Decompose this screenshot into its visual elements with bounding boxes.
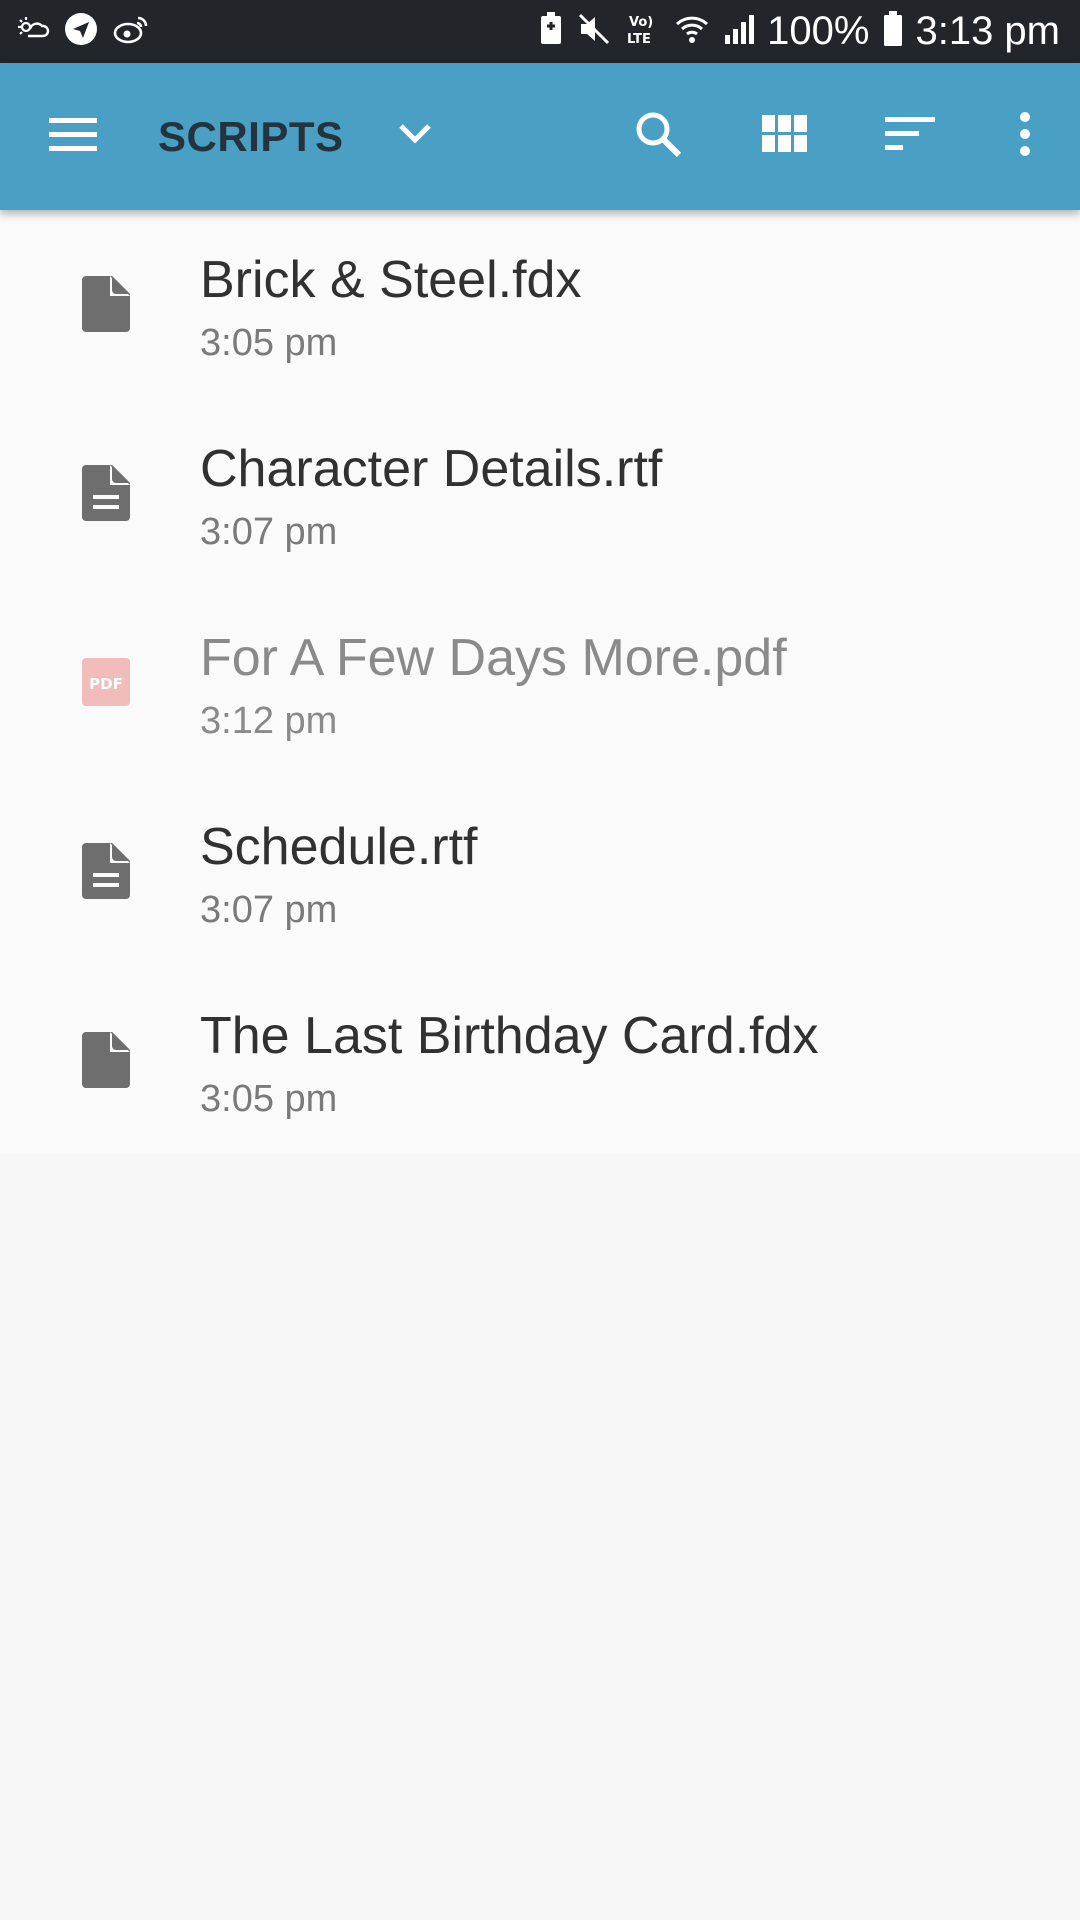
search-button[interactable]: [618, 63, 698, 210]
file-time: 3:05 pm: [200, 1078, 338, 1120]
battery-percent: 100%: [767, 9, 870, 53]
status-notifications: [16, 12, 164, 51]
hamburger-menu-icon: [49, 116, 97, 157]
folder-selector[interactable]: SCRIPTS: [158, 63, 344, 210]
folder-dropdown-button[interactable]: [380, 63, 450, 210]
pdf-badge-label: PDF: [89, 675, 123, 693]
sort-button[interactable]: [870, 63, 950, 210]
file-icon: [82, 1032, 130, 1088]
more-options-button[interactable]: [1000, 63, 1050, 210]
chevron-down-icon: [398, 123, 432, 150]
pdf-icon: PDF: [82, 654, 130, 710]
file-list-item[interactable]: Schedule.rtf 3:07 pm: [0, 777, 1080, 966]
more-vert-icon: [1018, 112, 1032, 161]
svg-text:Vo): Vo): [629, 15, 653, 30]
file-list: Brick & Steel.fdx 3:05 pm Character Deta…: [0, 210, 1080, 1154]
file-name: For A Few Days More.pdf: [200, 629, 787, 687]
battery-icon: [883, 11, 903, 52]
mute-icon: [577, 12, 611, 51]
telegram-icon: [64, 12, 98, 51]
file-icon: [82, 276, 130, 332]
wifi-icon: [675, 12, 709, 51]
sort-icon: [885, 117, 935, 156]
status-system: Vo) LTE 100% 3:13 pm: [525, 0, 1060, 63]
clock: 3:13 pm: [915, 9, 1060, 53]
menu-button[interactable]: [28, 63, 118, 210]
signal-icon: [723, 13, 755, 50]
file-list-item[interactable]: Brick & Steel.fdx 3:05 pm: [0, 210, 1080, 399]
weibo-icon: [112, 14, 150, 49]
file-time: 3:05 pm: [200, 322, 338, 364]
grid-view-icon: [762, 115, 808, 158]
grid-view-button[interactable]: [745, 63, 825, 210]
file-name: Schedule.rtf: [200, 818, 478, 876]
document-icon: [82, 465, 130, 521]
file-list-item[interactable]: PDF For A Few Days More.pdf 3:12 pm: [0, 588, 1080, 777]
file-time: 3:07 pm: [200, 511, 338, 553]
file-list-item[interactable]: Character Details.rtf 3:07 pm: [0, 399, 1080, 588]
weather-icon: [16, 14, 50, 49]
file-list-item[interactable]: The Last Birthday Card.fdx 3:05 pm: [0, 966, 1080, 1155]
battery-saver-icon: [539, 12, 563, 51]
file-name: Character Details.rtf: [200, 440, 663, 498]
file-name: Brick & Steel.fdx: [200, 251, 582, 309]
app-title: SCRIPTS: [158, 112, 344, 160]
document-icon: [82, 843, 130, 899]
app-bar: SCRIPTS: [0, 63, 1080, 210]
volte-icon: Vo) LTE: [625, 12, 661, 51]
svg-text:LTE: LTE: [627, 32, 651, 46]
status-bar: Vo) LTE 100% 3:13 pm: [0, 0, 1080, 63]
file-name: The Last Birthday Card.fdx: [200, 1007, 819, 1065]
file-time: 3:12 pm: [200, 700, 338, 742]
file-time: 3:07 pm: [200, 889, 338, 931]
search-icon: [634, 110, 682, 163]
